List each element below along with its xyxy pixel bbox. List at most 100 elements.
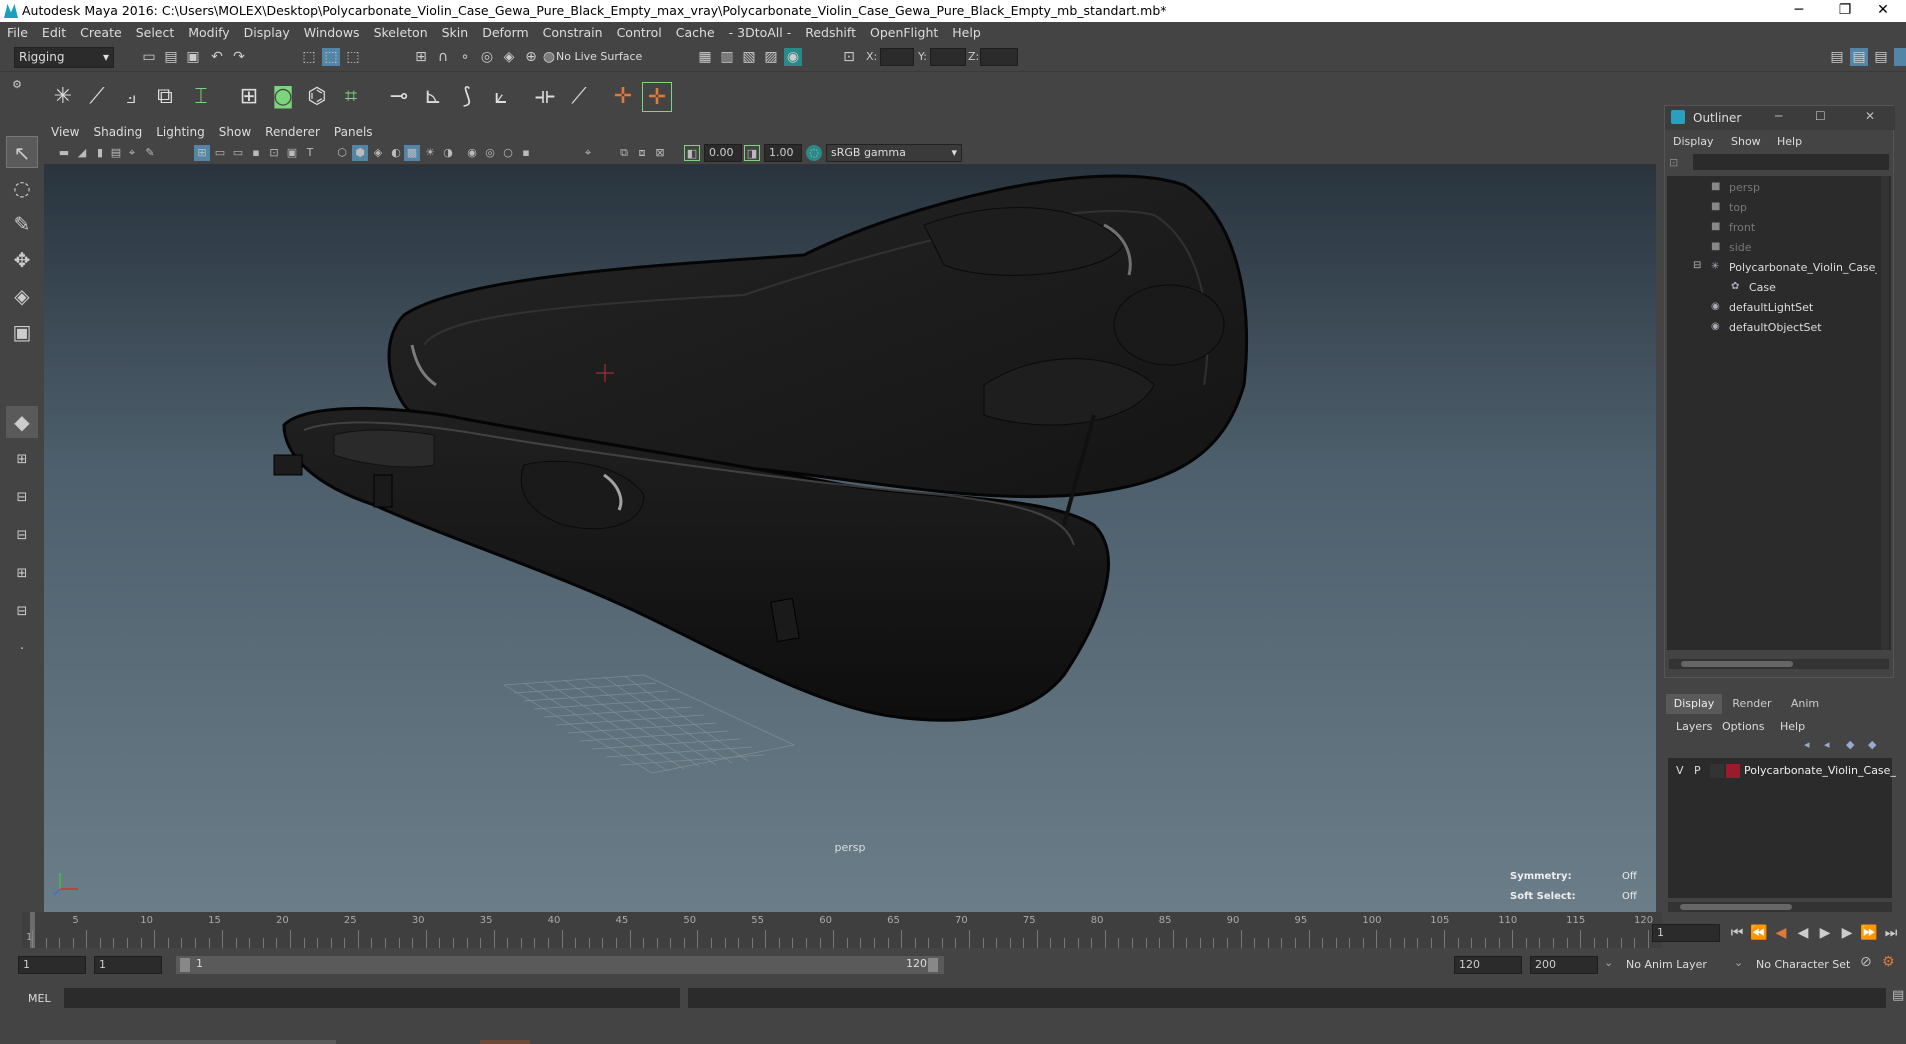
panel-menu-shading[interactable]: Shading: [86, 122, 149, 142]
layer-menu-help[interactable]: Help: [1780, 720, 1805, 733]
snap-point-icon[interactable]: ∘: [456, 48, 474, 66]
outliner-hscrollbar[interactable]: [1669, 659, 1889, 669]
new-layer-icon[interactable]: ◆: [1846, 738, 1854, 751]
new-scene-icon[interactable]: ▭: [140, 48, 158, 66]
menu-windows[interactable]: Windows: [297, 22, 367, 44]
paint-select-icon[interactable]: ✎: [6, 208, 38, 240]
animation-prefs-icon[interactable]: ⚙: [1882, 954, 1895, 970]
ik-spline-icon[interactable]: ⟓: [116, 82, 146, 112]
frame-selection-icon[interactable]: ⧉: [616, 145, 632, 161]
redo-icon[interactable]: ↷: [230, 48, 248, 66]
script-editor-icon[interactable]: ▤: [1892, 988, 1904, 1003]
menu-redshift[interactable]: Redshift: [798, 22, 863, 44]
modeling-toolkit-icon[interactable]: ▤: [1828, 48, 1846, 66]
play-forward-icon[interactable]: ▶: [1816, 924, 1834, 942]
undo-icon[interactable]: ↶: [208, 48, 226, 66]
transform-input-icon[interactable]: ⊡: [840, 48, 858, 66]
play-back-icon[interactable]: ◀: [1794, 924, 1812, 942]
menu-openflight[interactable]: OpenFlight: [863, 22, 945, 44]
go-to-start-icon[interactable]: ⏮: [1728, 924, 1746, 942]
range-handle-end[interactable]: [928, 958, 938, 972]
outliner-layout-icon[interactable]: ⊟: [6, 596, 38, 628]
tab-anim[interactable]: Anim: [1780, 694, 1830, 714]
aim-constraint-icon[interactable]: ⟆: [452, 82, 482, 112]
snap-grid-icon[interactable]: ⊞: [412, 48, 430, 66]
outliner-menu-show[interactable]: Show: [1731, 135, 1761, 148]
current-time-indicator[interactable]: [30, 912, 35, 948]
layer-menu-layers[interactable]: Layers: [1676, 720, 1712, 733]
exposure-icon[interactable]: ◧: [684, 145, 700, 161]
render-current-icon[interactable]: ▥: [718, 48, 736, 66]
snap-curve-icon[interactable]: ∩: [434, 48, 452, 66]
render-view-icon[interactable]: ▦: [696, 48, 714, 66]
panel-menu-show[interactable]: Show: [212, 122, 258, 142]
multisample-icon[interactable]: ○: [500, 145, 516, 161]
attribute-editor-icon[interactable]: ▤: [1850, 48, 1868, 66]
paint-weights-icon[interactable]: ⌬: [302, 82, 332, 112]
menu-constrain[interactable]: Constrain: [536, 22, 610, 44]
menu-skin[interactable]: Skin: [435, 22, 476, 44]
cluster-icon[interactable]: ⊸: [384, 82, 414, 112]
auto-key-icon[interactable]: ⊘: [1860, 954, 1872, 970]
chevron-down-icon[interactable]: ⌄: [1734, 956, 1743, 969]
image-plane-icon[interactable]: ▤: [108, 145, 124, 161]
outliner-item[interactable]: ■ persp: [1667, 178, 1877, 198]
collapse-toggle-icon[interactable]: ⊟: [1693, 260, 1701, 271]
menuset-dropdown[interactable]: Rigging ▾: [14, 47, 114, 68]
ik-handle-icon[interactable]: ⟋: [82, 82, 112, 112]
anim-layer-dropdown[interactable]: No Anim Layer: [1622, 956, 1732, 974]
tab-display[interactable]: Display: [1666, 694, 1722, 714]
camera-select-icon[interactable]: ▬: [56, 145, 72, 161]
ssao-icon[interactable]: ◉: [464, 145, 480, 161]
film-gate-icon[interactable]: ▭: [212, 145, 228, 161]
new-layer-selected-icon[interactable]: ◆: [1868, 738, 1876, 751]
select-component-icon[interactable]: ⬚: [344, 48, 362, 66]
outliner-item[interactable]: ✿ Case: [1667, 278, 1877, 298]
rigid-bind-icon[interactable]: ◙: [268, 82, 298, 112]
freeze-transform-icon[interactable]: ✛: [642, 82, 672, 112]
outliner-close-button[interactable]: ✕: [1865, 109, 1875, 123]
select-tool-icon[interactable]: ↖: [6, 136, 38, 168]
outliner-item[interactable]: ✳ Polycarbonate_Violin_Case_G ⊟: [1667, 258, 1877, 278]
isolate-select-icon[interactable]: ▪: [518, 145, 534, 161]
select-object-icon[interactable]: ⬚: [322, 48, 340, 66]
persp-hypershade-layout-icon[interactable]: ⊞: [6, 558, 38, 590]
wireframe-icon[interactable]: ⬡: [334, 145, 350, 161]
lattice-icon[interactable]: ⌗: [336, 82, 366, 112]
channel-box-icon[interactable]: [1894, 48, 1906, 66]
menu-3dtoall[interactable]: - 3DtoAll -: [722, 22, 799, 44]
tab-render[interactable]: Render: [1724, 694, 1780, 714]
step-back-key-icon[interactable]: ⏪: [1750, 924, 1768, 942]
outliner-scrollbar[interactable]: [1881, 176, 1889, 650]
snap-surface-icon[interactable]: ◈: [500, 48, 518, 66]
playback-end-field[interactable]: 120: [1454, 956, 1522, 974]
use-lights-icon[interactable]: ☀: [422, 145, 438, 161]
menu-help[interactable]: Help: [945, 22, 988, 44]
frame-all-icon[interactable]: ⧈: [634, 145, 650, 161]
go-to-end-icon[interactable]: ⏭: [1882, 924, 1900, 942]
bookmark-icon[interactable]: ▮: [92, 145, 108, 161]
layer-menu-options[interactable]: Options: [1722, 720, 1764, 733]
step-forward-key-icon[interactable]: ⏩: [1860, 924, 1878, 942]
2d-pan-zoom-icon[interactable]: ⌖: [124, 145, 140, 161]
resolution-gate-icon[interactable]: ▭: [230, 145, 246, 161]
save-scene-icon[interactable]: ▣: [184, 48, 202, 66]
snap-view-icon[interactable]: ◎: [478, 48, 496, 66]
range-bar[interactable]: 1 120: [176, 956, 944, 974]
outliner-item[interactable]: ◉ defaultObjectSet: [1667, 318, 1877, 338]
outliner-item[interactable]: ◉ defaultLightSet: [1667, 298, 1877, 318]
outliner-item[interactable]: ■ top: [1667, 198, 1877, 218]
grease-pencil-icon[interactable]: ✎: [142, 145, 158, 161]
menu-select[interactable]: Select: [129, 22, 182, 44]
panel-menu-renderer[interactable]: Renderer: [258, 122, 327, 142]
field-chart-icon[interactable]: ⊡: [266, 145, 282, 161]
lasso-tool-icon[interactable]: ◌: [6, 172, 38, 204]
layer-color-swatch[interactable]: [1726, 764, 1740, 778]
animation-end-field[interactable]: 200: [1530, 956, 1598, 974]
menu-deform[interactable]: Deform: [475, 22, 535, 44]
panel-menu-view[interactable]: View: [44, 122, 86, 142]
color-space-dropdown[interactable]: sRGB gamma ▾: [826, 144, 962, 162]
ipr-render-icon[interactable]: ▧: [740, 48, 758, 66]
move-layer-down-icon[interactable]: ◂: [1824, 738, 1830, 751]
smooth-shade-icon[interactable]: ⬢: [352, 145, 368, 161]
